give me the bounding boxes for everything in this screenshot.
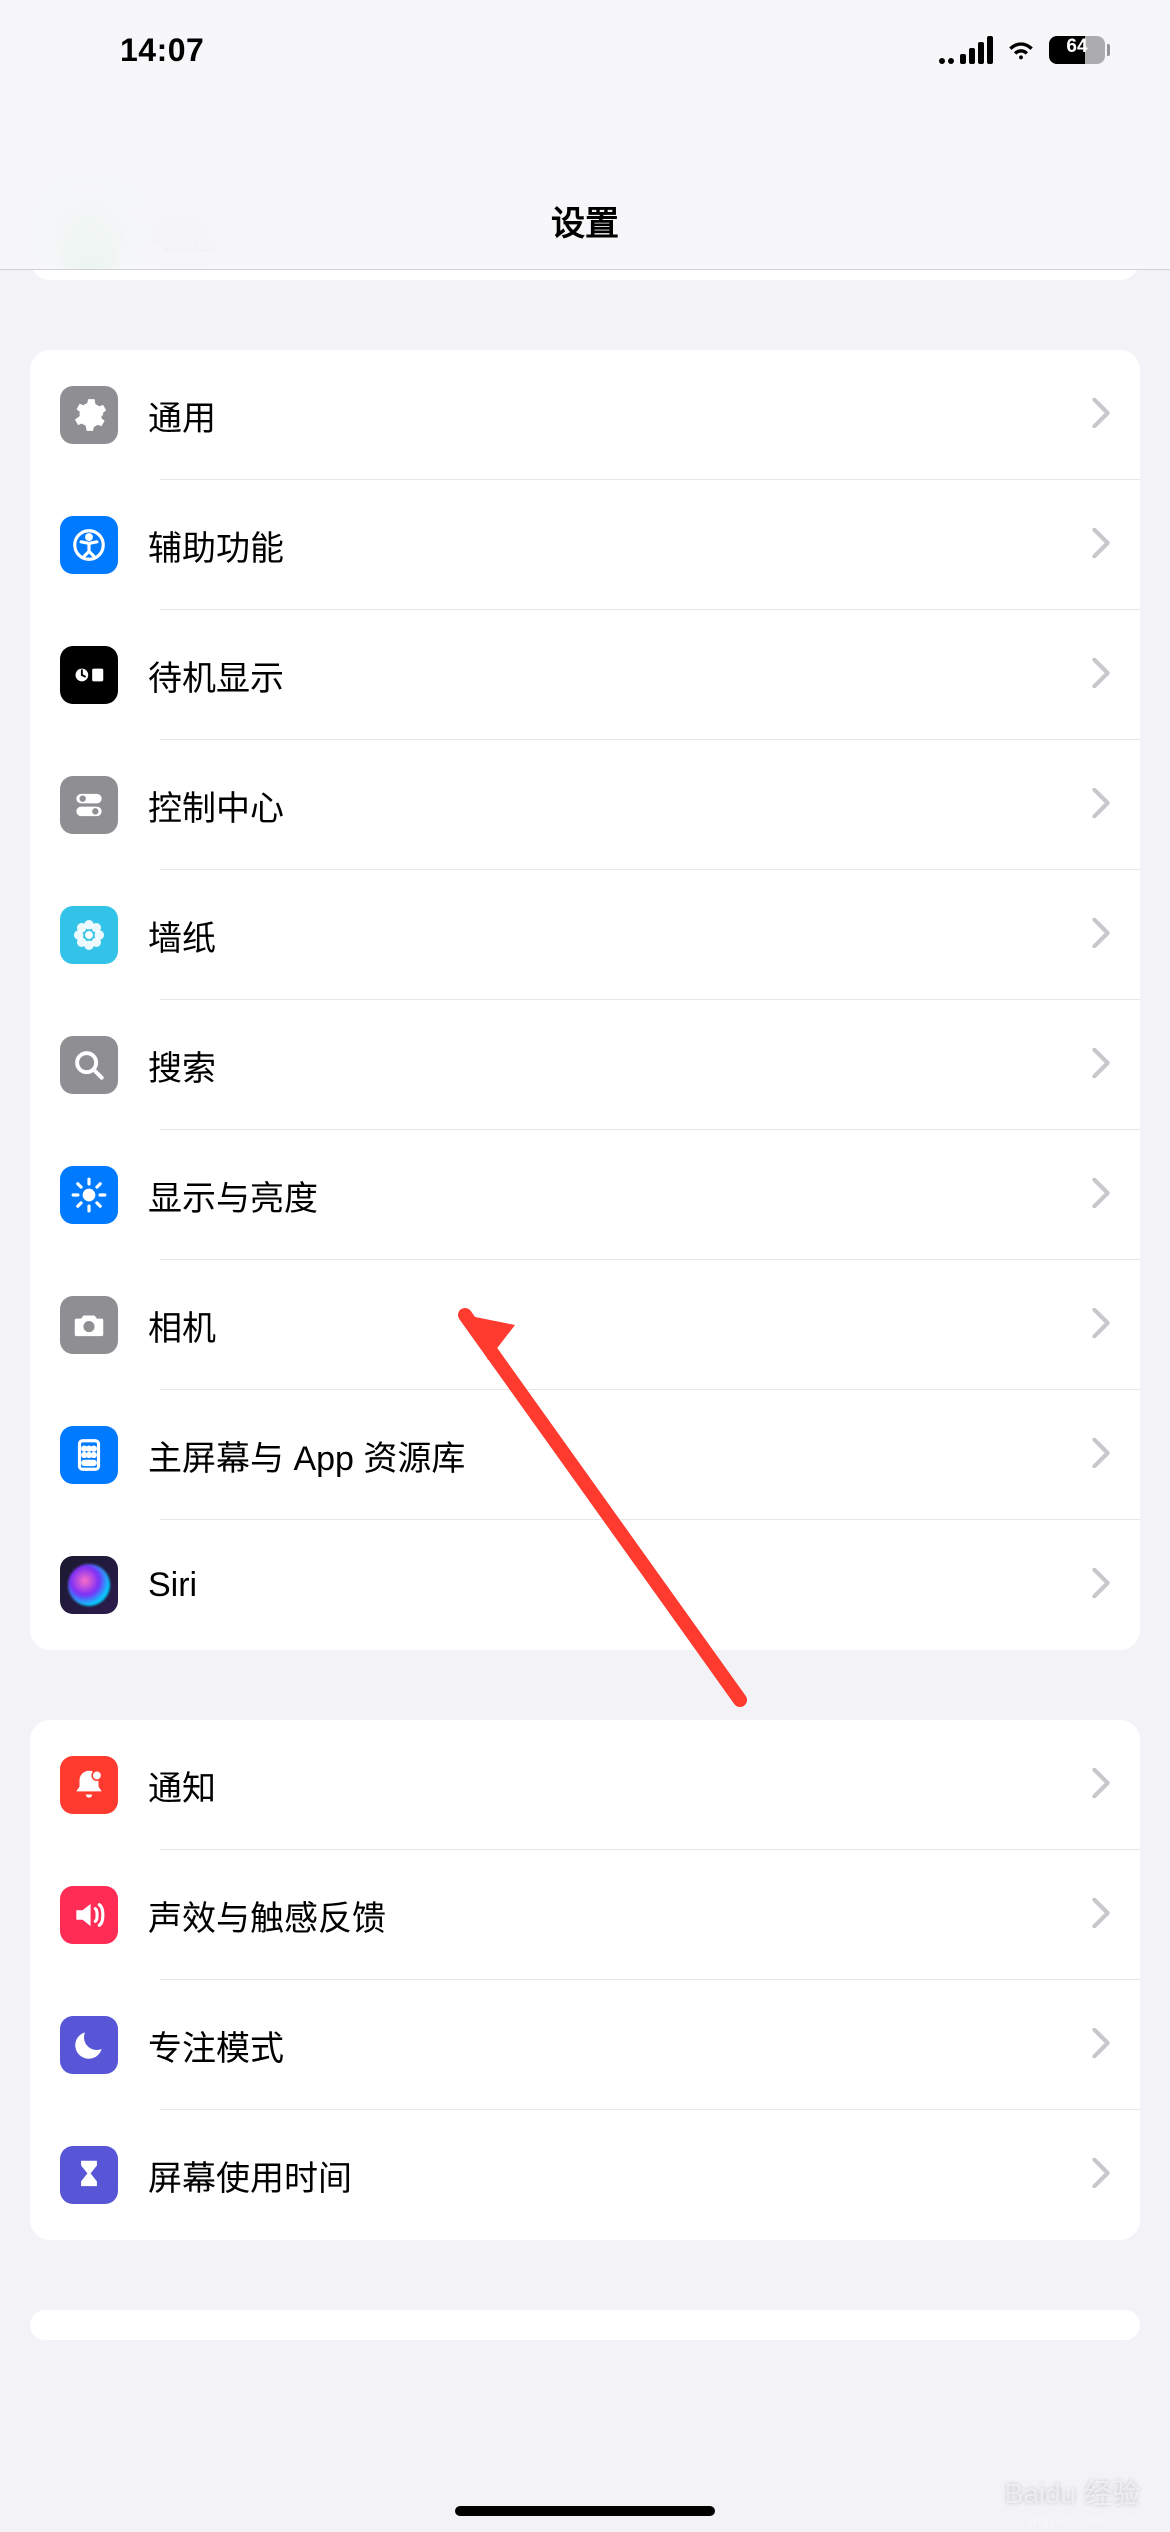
chevron-right-icon — [1092, 528, 1110, 563]
row-label: 专注模式 — [148, 2021, 1092, 2070]
row-search[interactable]: 搜索 — [30, 1000, 1140, 1130]
chevron-right-icon — [1092, 1768, 1110, 1803]
camera-icon — [60, 1296, 118, 1354]
row-label: 声效与触感反馈 — [148, 1891, 1092, 1940]
row-label: 相机 — [148, 1301, 1092, 1350]
row-general[interactable]: 通用 — [30, 350, 1140, 480]
notifications-icon — [60, 1756, 118, 1814]
settings-group-2: 通知 声效与触感反馈 专注模式 屏幕使用时间 — [30, 1720, 1140, 2240]
chevron-right-icon — [1092, 1308, 1110, 1343]
row-standby[interactable]: 待机显示 — [30, 610, 1140, 740]
cellular-icon — [939, 36, 993, 64]
row-siri[interactable]: Siri — [30, 1520, 1140, 1650]
settings-group-3-partial — [30, 2310, 1140, 2340]
status-indicators: 64 — [939, 32, 1110, 69]
chevron-right-icon — [1092, 658, 1110, 693]
row-control-center[interactable]: 控制中心 — [30, 740, 1140, 870]
chevron-right-icon — [1092, 2028, 1110, 2063]
chevron-right-icon — [1092, 398, 1110, 433]
moon-icon — [60, 2016, 118, 2074]
row-label: 主屏幕与 App 资源库 — [148, 1431, 1092, 1480]
siri-icon — [60, 1556, 118, 1614]
chevron-right-icon — [1092, 788, 1110, 823]
flower-icon — [60, 906, 118, 964]
row-label: 墙纸 — [148, 911, 1092, 960]
brightness-icon — [60, 1166, 118, 1224]
wifi-icon — [1005, 32, 1037, 69]
gear-icon — [60, 386, 118, 444]
row-wallpaper[interactable]: 墙纸 — [30, 870, 1140, 1000]
row-label: 显示与亮度 — [148, 1171, 1092, 1220]
row-label: 待机显示 — [148, 651, 1092, 700]
row-label: 屏幕使用时间 — [148, 2151, 1092, 2200]
chevron-right-icon — [1092, 918, 1110, 953]
row-label: Siri — [148, 1566, 1092, 1605]
status-bar: 14:07 64 — [0, 0, 1170, 100]
accessibility-icon — [60, 516, 118, 574]
watermark-sub: jingyan.baidu.com — [1027, 2512, 1140, 2528]
home-indicator[interactable] — [455, 2506, 715, 2516]
homescreen-icon — [60, 1426, 118, 1484]
row-screen-time[interactable]: 屏幕使用时间 — [30, 2110, 1140, 2240]
watermark: Baidu 经验 — [1005, 2472, 1140, 2512]
row-sounds[interactable]: 声效与触感反馈 — [30, 1850, 1140, 1980]
row-accessibility[interactable]: 辅助功能 — [30, 480, 1140, 610]
chevron-right-icon — [1092, 1898, 1110, 1933]
status-time: 14:07 — [120, 32, 204, 69]
row-label: 搜索 — [148, 1041, 1092, 1090]
row-focus[interactable]: 专注模式 — [30, 1980, 1140, 2110]
page-title: 设置 — [551, 196, 619, 245]
row-label: 通用 — [148, 391, 1092, 440]
battery-icon: 64 — [1049, 36, 1110, 64]
hourglass-icon — [60, 2146, 118, 2204]
standby-icon — [60, 646, 118, 704]
sound-icon — [60, 1886, 118, 1944]
chevron-right-icon — [1092, 1568, 1110, 1603]
chevron-right-icon — [1092, 1178, 1110, 1213]
chevron-right-icon — [1092, 2158, 1110, 2193]
row-label: 通知 — [148, 1761, 1092, 1810]
settings-scroll[interactable]: 电池 通用 辅助功能 待机显示 控制中心 — [0, 0, 1170, 2532]
switch-icon — [60, 776, 118, 834]
row-label: 控制中心 — [148, 781, 1092, 830]
chevron-right-icon — [1092, 1048, 1110, 1083]
row-notifications[interactable]: 通知 — [30, 1720, 1140, 1850]
settings-group-1: 通用 辅助功能 待机显示 控制中心 墙纸 — [30, 350, 1140, 1650]
row-label: 辅助功能 — [148, 521, 1092, 570]
search-icon — [60, 1036, 118, 1094]
chevron-right-icon — [1092, 1438, 1110, 1473]
row-display-brightness[interactable]: 显示与亮度 — [30, 1130, 1140, 1260]
row-camera[interactable]: 相机 — [30, 1260, 1140, 1390]
row-home-screen[interactable]: 主屏幕与 App 资源库 — [30, 1390, 1140, 1520]
